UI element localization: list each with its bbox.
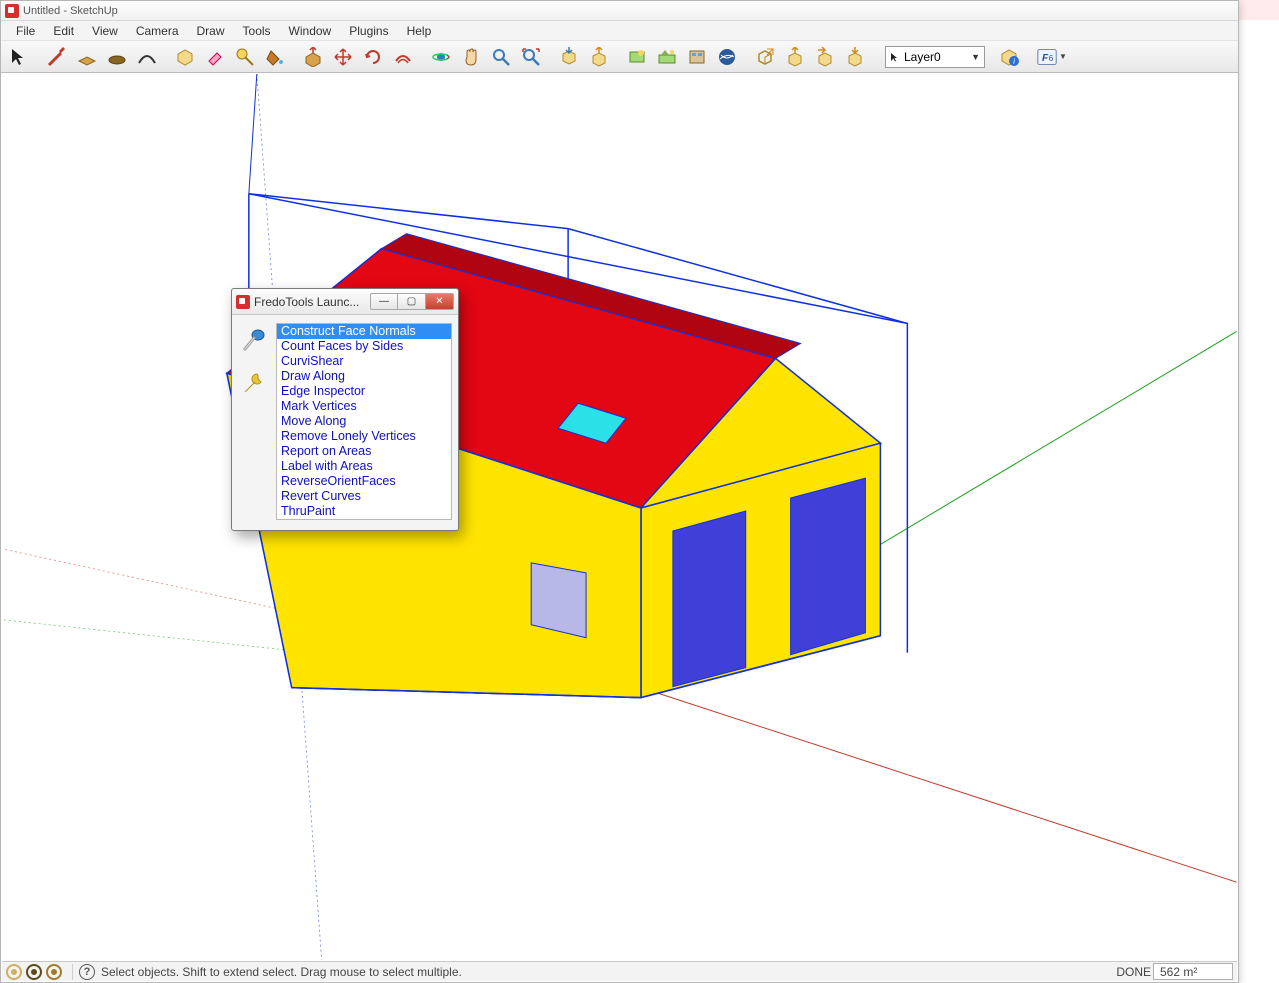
dialog-app-icon — [236, 295, 250, 309]
dialog-maximize-button[interactable]: ▢ — [398, 293, 426, 310]
tool-list-item[interactable]: Revert Curves — [277, 489, 451, 504]
status-hint: Select objects. Shift to extend select. … — [101, 965, 462, 979]
tool-list-item[interactable]: Draw Along — [277, 369, 451, 384]
tool-list-item[interactable]: Mark Vertices — [277, 399, 451, 414]
dropdown-icon: ▼ — [971, 52, 980, 62]
tool-list-item[interactable]: Move Along — [277, 414, 451, 429]
svg-text:i: i — [1013, 57, 1015, 66]
dialog-titlebar[interactable]: FredoTools Launc... — ▢ ✕ — [232, 289, 458, 315]
claim-credit-icon[interactable] — [46, 964, 62, 980]
fredotools-launcher-dialog: FredoTools Launc... — ▢ ✕ Construct Face… — [231, 288, 459, 531]
main-toolbar: Layer0 ▼ i F6 ▼ — [1, 41, 1238, 73]
layer-selector[interactable]: Layer0 ▼ — [885, 46, 985, 68]
wrench-icon[interactable] — [241, 370, 267, 401]
geolocation-icon[interactable] — [6, 964, 22, 980]
pan-tool[interactable] — [457, 44, 485, 70]
rotate-tool[interactable] — [359, 44, 387, 70]
layer-current: Layer0 — [904, 50, 941, 64]
tool-list-item[interactable]: CurviShear — [277, 354, 451, 369]
app-window: Untitled - SketchUp File Edit View Camer… — [0, 0, 1239, 983]
fredo6-dropdown-icon[interactable]: ▼ — [1059, 52, 1067, 61]
menu-window[interactable]: Window — [280, 22, 341, 40]
get-models-tool[interactable] — [555, 44, 583, 70]
dialog-side-tools — [238, 323, 270, 520]
toggle-terrain-tool[interactable] — [653, 44, 681, 70]
menu-camera[interactable]: Camera — [127, 22, 188, 40]
menu-tools[interactable]: Tools — [234, 22, 280, 40]
import-2-tool[interactable] — [811, 44, 839, 70]
viewport[interactable] — [2, 74, 1237, 960]
menu-help[interactable]: Help — [398, 22, 441, 40]
export-tool[interactable] — [751, 44, 779, 70]
add-location-tool[interactable] — [623, 44, 651, 70]
dialog-close-button[interactable]: ✕ — [426, 293, 454, 310]
tool-list-item[interactable]: Construct Face Normals — [277, 324, 451, 339]
paint-bucket-tool[interactable] — [261, 44, 289, 70]
tool-list-item[interactable]: Report on Areas — [277, 444, 451, 459]
make-component-tool[interactable] — [171, 44, 199, 70]
status-done-label: DONE — [1116, 965, 1151, 979]
circle-tool[interactable] — [103, 44, 131, 70]
help-icon[interactable]: ? — [79, 964, 95, 980]
dialog-title: FredoTools Launc... — [254, 295, 359, 309]
menu-bar: File Edit View Camera Draw Tools Window … — [1, 21, 1238, 41]
window-title: Untitled - SketchUp — [23, 5, 118, 17]
titlebar: Untitled - SketchUp — [1, 1, 1238, 21]
menu-view[interactable]: View — [83, 22, 127, 40]
scene-svg — [2, 74, 1237, 960]
tape-measure-tool[interactable] — [231, 44, 259, 70]
dialog-minimize-button[interactable]: — — [370, 293, 398, 310]
tool-list-item[interactable]: Remove Lonely Vertices — [277, 429, 451, 444]
preview-ge-tool[interactable] — [713, 44, 741, 70]
photo-textures-tool[interactable] — [683, 44, 711, 70]
menu-draw[interactable]: Draw — [188, 22, 234, 40]
menu-edit[interactable]: Edit — [44, 22, 83, 40]
rectangle-tool[interactable] — [73, 44, 101, 70]
menu-plugins[interactable]: Plugins — [340, 22, 397, 40]
select-tool[interactable] — [5, 44, 33, 70]
tool-list-item[interactable]: ReverseOrientFaces — [277, 474, 451, 489]
tool-list-item[interactable]: Edge Inspector — [277, 384, 451, 399]
tool-list-item[interactable]: Count Faces by Sides — [277, 339, 451, 354]
status-bar: ? Select objects. Shift to extend select… — [2, 961, 1237, 981]
move-tool[interactable] — [329, 44, 357, 70]
pushpull-tool[interactable] — [299, 44, 327, 70]
tool-list-item[interactable]: ThruPaint — [277, 504, 451, 519]
fredo6-tool[interactable]: F6 — [1033, 44, 1061, 70]
share-model-tool[interactable] — [585, 44, 613, 70]
tool-list-item[interactable]: Label with Areas — [277, 459, 451, 474]
offset-tool[interactable] — [389, 44, 417, 70]
eraser-tool[interactable] — [201, 44, 229, 70]
arc-tool[interactable] — [133, 44, 161, 70]
zoom-extents-tool[interactable] — [517, 44, 545, 70]
line-tool[interactable] — [43, 44, 71, 70]
app-icon — [5, 4, 19, 18]
zoom-tool[interactable] — [487, 44, 515, 70]
svg-text:6: 6 — [1049, 53, 1054, 63]
model-info-tool[interactable]: i — [995, 44, 1023, 70]
measurements-box[interactable]: 562 m² — [1153, 963, 1233, 980]
dialog-tool-list[interactable]: Construct Face NormalsCount Faces by Sid… — [276, 323, 452, 520]
import-3-tool[interactable] — [841, 44, 869, 70]
import-1-tool[interactable] — [781, 44, 809, 70]
menu-file[interactable]: File — [7, 22, 44, 40]
credits-icon[interactable] — [26, 964, 42, 980]
pin-icon[interactable] — [241, 327, 267, 358]
orbit-tool[interactable] — [427, 44, 455, 70]
